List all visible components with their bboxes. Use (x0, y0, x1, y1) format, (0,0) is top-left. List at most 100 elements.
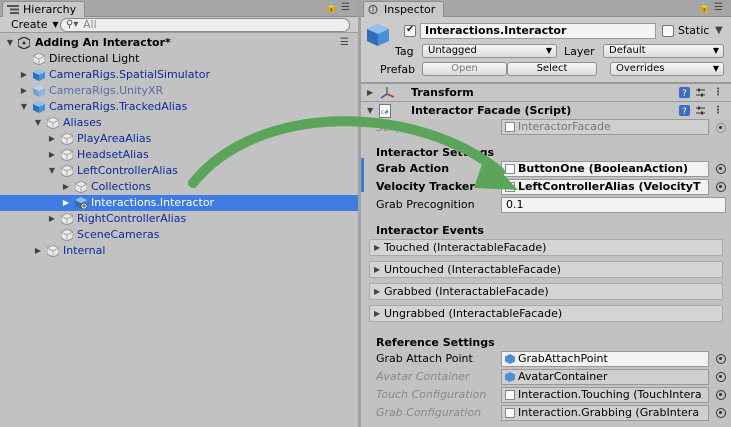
expand-triangle-icon[interactable]: ▶ (374, 262, 380, 277)
expand-triangle-icon[interactable]: ▶ (47, 147, 57, 163)
event-grabbed[interactable]: ▶ Grabbed (InteractableFacade) (369, 283, 723, 300)
script-icon (505, 164, 515, 174)
tree-item-headset-alias[interactable]: ▶ HeadsetAlias (0, 147, 358, 163)
grab-action-value: ButtonOne (BooleanAction) (518, 162, 689, 175)
svg-text:?: ? (682, 89, 687, 98)
expand-triangle-icon[interactable]: ▼ (19, 99, 29, 115)
svg-text:?: ? (682, 107, 687, 116)
grab-precognition-label: Grab Precognition (376, 198, 475, 211)
expand-triangle-icon[interactable]: ▶ (61, 179, 71, 195)
hierarchy-tabbar: Hierarchy 🔒 ☰ (0, 0, 358, 17)
tree-item-right-controller-alias[interactable]: ▶ RightControllerAlias (0, 211, 358, 227)
tree-item-directional-light[interactable]: Directional Light (0, 51, 358, 67)
tree-item-left-controller-alias[interactable]: ▼ LeftControllerAlias (0, 163, 358, 179)
grab-attach-point-field[interactable]: GrabAttachPoint (501, 351, 709, 367)
expand-triangle-icon[interactable]: ▶ (33, 243, 43, 259)
grab-action-label: Grab Action (376, 162, 450, 175)
prefab-icon (33, 69, 45, 81)
expand-triangle-icon[interactable]: ▼ (367, 102, 373, 119)
tree-item-internal[interactable]: ▶ Internal (0, 243, 358, 259)
hierarchy-panel: Hierarchy 🔒 ☰ Create ▼ ⚲▾ All ▼ Adding A… (0, 0, 358, 427)
menu-icon[interactable]: ☰ (714, 2, 723, 13)
expand-triangle-icon[interactable]: ▶ (47, 131, 57, 147)
expand-triangle-icon[interactable]: ▼ (5, 35, 15, 51)
tree-item-play-area-alias[interactable]: ▶ PlayAreaAlias (0, 131, 358, 147)
tree-item-scene-cameras[interactable]: SceneCameras (0, 227, 358, 243)
scene-menu-icon[interactable]: ☰ (340, 35, 349, 51)
grab-attach-point-label: Grab Attach Point (376, 352, 473, 365)
layer-dropdown[interactable]: Default ▼ (603, 44, 724, 58)
grab-action-field[interactable]: ButtonOne (BooleanAction) (501, 161, 709, 177)
lock-icon[interactable]: 🔒 (698, 2, 710, 13)
static-checkbox[interactable] (662, 25, 674, 37)
create-button[interactable]: Create ▼ (6, 18, 62, 32)
velocity-tracker-label: Velocity Tracker (376, 180, 475, 193)
expand-triangle-icon[interactable]: ▼ (33, 115, 43, 131)
object-picker-icon[interactable] (716, 182, 726, 192)
search-input[interactable]: ⚲▾ All (60, 18, 350, 32)
open-button[interactable]: Open (422, 62, 507, 76)
object-picker-icon (716, 372, 726, 382)
sliders-icon[interactable] (695, 105, 706, 116)
active-checkbox[interactable] (404, 24, 416, 37)
prefab-icon (33, 101, 45, 113)
help-icon[interactable]: ? (679, 105, 690, 116)
overrides-dropdown[interactable]: Overrides ▼ (610, 62, 724, 76)
gameobject-icon (61, 149, 73, 161)
grab-configuration-value: Interaction.Grabbing (GrabIntera (518, 406, 700, 419)
menu-icon[interactable]: ☰ (341, 2, 350, 13)
layer-label: Layer (564, 45, 595, 58)
component-menu-icon[interactable]: ⋮ (713, 84, 723, 101)
expand-triangle-icon[interactable]: ▼ (47, 163, 57, 179)
expand-triangle-icon[interactable]: ▶ (47, 211, 57, 227)
help-icon[interactable]: ? (679, 87, 690, 98)
override-indicator (361, 158, 364, 192)
tab-hierarchy-label: Hierarchy (23, 3, 77, 16)
grab-attach-point-value: GrabAttachPoint (518, 352, 608, 365)
tag-dropdown[interactable]: Untagged ▼ (422, 44, 557, 58)
tree-item-aliases[interactable]: ▼ Aliases (0, 115, 358, 131)
hierarchy-toolbar: Create ▼ ⚲▾ All (0, 17, 358, 33)
object-picker-icon[interactable] (716, 354, 726, 364)
event-untouched[interactable]: ▶ Untouched (InteractableFacade) (369, 261, 723, 278)
tab-inspector-label: Inspector (384, 3, 436, 16)
expand-triangle-icon[interactable]: ▶ (19, 67, 29, 83)
select-button[interactable]: Select (507, 62, 597, 76)
expand-triangle-icon[interactable]: ▶ (374, 306, 380, 321)
tree-item-collections[interactable]: ▶ Collections (0, 179, 358, 195)
component-menu-icon[interactable]: ⋮ (713, 102, 723, 119)
static-dropdown-icon[interactable]: ▼ (715, 25, 723, 36)
tree-item-spatial-simulator[interactable]: ▶ CameraRigs.SpatialSimulator (0, 67, 358, 83)
expand-triangle-icon[interactable]: ▶ (19, 83, 29, 99)
event-touched[interactable]: ▶ Touched (InteractableFacade) (369, 239, 723, 256)
event-ungrabbed[interactable]: ▶ Ungrabbed (InteractableFacade) (369, 305, 723, 322)
object-name-field[interactable]: Interactions.Interactor (420, 23, 656, 39)
scene-row[interactable]: ▼ Adding An Interactor* ☰ (0, 35, 358, 51)
facade-title: Interactor Facade (Script) (411, 104, 572, 117)
expand-triangle-icon[interactable]: ▶ (374, 240, 380, 255)
gameobject-icon (75, 181, 87, 193)
velocity-tracker-field[interactable]: LeftControllerAlias (VelocityT (501, 179, 709, 195)
tree-item-label: CameraRigs.TrackedAlias (49, 100, 188, 113)
object-picker-icon[interactable] (716, 164, 726, 174)
object-picker-icon (716, 123, 726, 133)
tree-item-label: Collections (91, 180, 152, 193)
tree-item-label: PlayAreaAlias (77, 132, 152, 145)
facade-component-header[interactable]: ▼ c# Interactor Facade (Script) ? ⋮ (361, 101, 731, 119)
tree-item-unity-xr[interactable]: ▶ CameraRigs.UnityXR (0, 83, 358, 99)
sliders-icon[interactable] (695, 87, 706, 98)
search-placeholder: All (83, 18, 97, 31)
tree-item-interactions-interactor[interactable]: ▶ Interactions.Interactor (0, 195, 358, 211)
gameobject-icon (61, 133, 73, 145)
lock-icon[interactable]: 🔒 (325, 2, 337, 13)
tree-item-tracked-alias[interactable]: ▼ CameraRigs.TrackedAlias (0, 99, 358, 115)
tab-inspector[interactable]: Inspector (363, 1, 445, 17)
transform-component-header[interactable]: ▶ Transform ? ⋮ (361, 83, 731, 101)
expand-triangle-icon[interactable]: ▶ (367, 84, 373, 101)
expand-triangle-icon[interactable]: ▶ (374, 284, 380, 299)
grab-precognition-input[interactable]: 0.1 (501, 197, 726, 213)
tab-hierarchy[interactable]: Hierarchy (2, 1, 86, 17)
expand-triangle-icon[interactable]: ▶ (61, 195, 71, 211)
touch-configuration-field: Interaction.Touching (TouchIntera (501, 387, 709, 403)
transform-title: Transform (411, 86, 474, 99)
